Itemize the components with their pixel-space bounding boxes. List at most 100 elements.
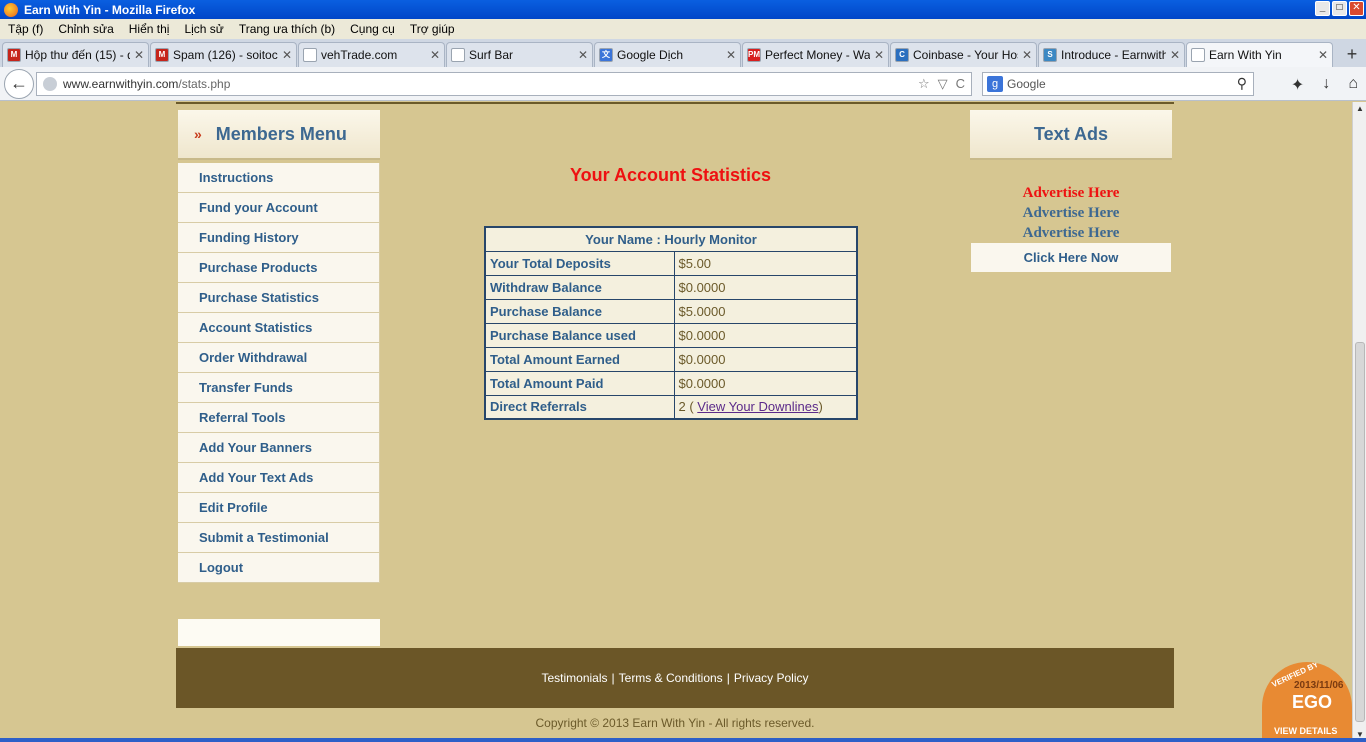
badge-date: 2013/11/06 (1294, 680, 1344, 691)
new-tab-button[interactable]: + (1340, 42, 1364, 67)
referral-suffix: ) (818, 399, 823, 415)
browser-tab[interactable]: PM Perfect Money - Wayl ✕ (742, 42, 889, 67)
menu-tools[interactable]: Cụng cụ (350, 22, 395, 36)
menu-edit[interactable]: Chỉnh sửa (58, 22, 113, 36)
tab-close-icon[interactable]: ✕ (1318, 48, 1328, 62)
menu-item-transfer-funds[interactable]: Transfer Funds (178, 373, 380, 403)
stat-value: $0.0000 (673, 274, 858, 300)
menu-item-account-statistics[interactable]: Account Statistics (178, 313, 380, 343)
tab-close-icon[interactable]: ✕ (134, 48, 144, 62)
stat-value: $0.0000 (673, 370, 858, 396)
tab-favicon-icon: M (155, 48, 169, 62)
footer: Testimonials | Terms & Conditions | Priv… (176, 648, 1174, 708)
click-here-now-button[interactable]: Click Here Now (971, 243, 1171, 272)
menu-view[interactable]: Hiển thị (129, 22, 170, 36)
search-box[interactable]: g Google ⚲ (982, 72, 1254, 96)
menu-item-order-withdrawal[interactable]: Order Withdrawal (178, 343, 380, 373)
browser-tab[interactable]: M Hộp thư đến (15) - din ✕ (2, 42, 149, 67)
text-ad-link[interactable]: Advertise Here (970, 185, 1172, 202)
browser-tab[interactable]: M Spam (126) - soitocn ✕ (150, 42, 297, 67)
stat-label: Total Amount Paid (484, 370, 675, 396)
scrollbar-thumb[interactable] (1355, 342, 1365, 722)
view-downlines-link[interactable]: View Your Downlines (697, 399, 818, 414)
maximize-button[interactable]: □ (1332, 1, 1347, 16)
tab-favicon-icon: 文 (599, 48, 613, 62)
taskbar-strip (0, 738, 1366, 742)
badge-brand: EGO (1292, 692, 1333, 712)
tab-close-icon[interactable]: ✕ (874, 48, 884, 62)
url-dropdown-icon[interactable]: ▽ (938, 76, 948, 92)
tab-favicon-icon (303, 48, 317, 62)
tab-label: Spam (126) - soitocn (173, 48, 278, 62)
minimize-button[interactable]: _ (1315, 1, 1330, 16)
members-menu-header: » Members Menu (178, 110, 380, 160)
vertical-scrollbar[interactable]: ▲ ▼ (1352, 102, 1366, 742)
tab-label: Earn With Yin (1209, 48, 1282, 62)
search-icon[interactable]: ⚲ (1237, 75, 1247, 92)
menu-item-purchase-statistics[interactable]: Purchase Statistics (178, 283, 380, 313)
stat-label: Purchase Balance (484, 298, 675, 324)
menu-item-add-banners[interactable]: Add Your Banners (178, 433, 380, 463)
google-search-engine-icon[interactable]: g (987, 76, 1003, 92)
browser-tab[interactable]: C Coinbase - Your Host ✕ (890, 42, 1037, 67)
menu-bookmarks[interactable]: Trang ưa thích (b) (239, 22, 335, 36)
footer-separator: | (611, 671, 615, 685)
footer-link-terms[interactable]: Terms & Conditions (619, 671, 723, 685)
badge-view-details: VIEW DETAILS (1274, 726, 1338, 736)
reload-icon[interactable]: C (956, 76, 965, 92)
back-button[interactable]: ← (4, 68, 34, 99)
bookmark-star-icon[interactable]: ☆ (918, 76, 930, 92)
menu-history[interactable]: Lịch sử (184, 22, 223, 36)
stat-label: Your Total Deposits (484, 250, 675, 276)
download-icon[interactable]: ↓ (1322, 75, 1330, 95)
toolbar-right-icons: ✦ ↓ ⌂ (1291, 75, 1358, 95)
address-bar[interactable]: www.earnwithyin.com/stats.php ☆ ▽ C (36, 72, 972, 96)
tab-favicon-icon: PM (747, 48, 761, 62)
menu-item-edit-profile[interactable]: Edit Profile (178, 493, 380, 523)
menu-item-funding-history[interactable]: Funding History (178, 223, 380, 253)
close-window-button[interactable]: ✕ (1349, 1, 1364, 16)
url-host: www.earnwithyin.com (63, 77, 179, 91)
text-ad-link[interactable]: Advertise Here (970, 205, 1172, 222)
tab-close-icon[interactable]: ✕ (726, 48, 736, 62)
footer-link-privacy[interactable]: Privacy Policy (734, 671, 809, 685)
tab-close-icon[interactable]: ✕ (282, 48, 292, 62)
menu-item-add-text-ads[interactable]: Add Your Text Ads (178, 463, 380, 493)
menu-file[interactable]: Tập (f) (8, 22, 43, 36)
table-row: Total Amount Paid $0.0000 (484, 370, 858, 396)
scroll-up-icon[interactable]: ▲ (1353, 102, 1366, 116)
table-row: Your Total Deposits $5.00 (484, 250, 858, 276)
table-row: Withdraw Balance $0.0000 (484, 274, 858, 300)
browser-tab[interactable]: Earn With Yin ✕ (1186, 42, 1333, 67)
browser-tab[interactable]: 文 Google Dịch ✕ (594, 42, 741, 67)
table-row: Your Name : Hourly Monitor (484, 226, 858, 252)
url-icons: ☆ ▽ C (918, 76, 965, 92)
menu-item-logout[interactable]: Logout (178, 553, 380, 583)
tab-close-icon[interactable]: ✕ (1170, 48, 1180, 62)
menu-item-referral-tools[interactable]: Referral Tools (178, 403, 380, 433)
search-input[interactable]: Google (1007, 77, 1046, 91)
tab-close-icon[interactable]: ✕ (578, 48, 588, 62)
browser-tab[interactable]: vehTrade.com ✕ (298, 42, 445, 67)
ego-verified-badge[interactable]: VERIFIED BY 2013/11/06 EGO VIEW DETAILS (1262, 662, 1352, 742)
menu-item-instructions[interactable]: Instructions (178, 163, 380, 193)
addon-icon[interactable]: ✦ (1291, 75, 1304, 95)
firefox-logo-icon (4, 2, 18, 17)
text-ad-link[interactable]: Advertise Here (970, 225, 1172, 242)
window-title: Earn With Yin - Mozilla Firefox (24, 2, 196, 17)
menu-item-fund-account[interactable]: Fund your Account (178, 193, 380, 223)
browser-tab[interactable]: Surf Bar ✕ (446, 42, 593, 67)
menu-item-purchase-products[interactable]: Purchase Products (178, 253, 380, 283)
stat-label: Purchase Balance used (484, 322, 675, 348)
home-icon[interactable]: ⌂ (1348, 75, 1358, 95)
footer-link-testimonials[interactable]: Testimonials (541, 671, 607, 685)
menu-help[interactable]: Trợ giúp (410, 22, 455, 36)
tab-close-icon[interactable]: ✕ (1022, 48, 1032, 62)
menu-item-submit-testimonial[interactable]: Submit a Testimonial (178, 523, 380, 553)
account-statistics-table: Your Name : Hourly Monitor Your Total De… (484, 226, 858, 420)
site-identity-icon[interactable] (43, 77, 57, 91)
url-path: /stats.php (178, 77, 231, 91)
browser-tab[interactable]: S Introduce - Earnwithyi ✕ (1038, 42, 1185, 67)
footer-separator: | (726, 671, 730, 685)
tab-close-icon[interactable]: ✕ (430, 48, 440, 62)
